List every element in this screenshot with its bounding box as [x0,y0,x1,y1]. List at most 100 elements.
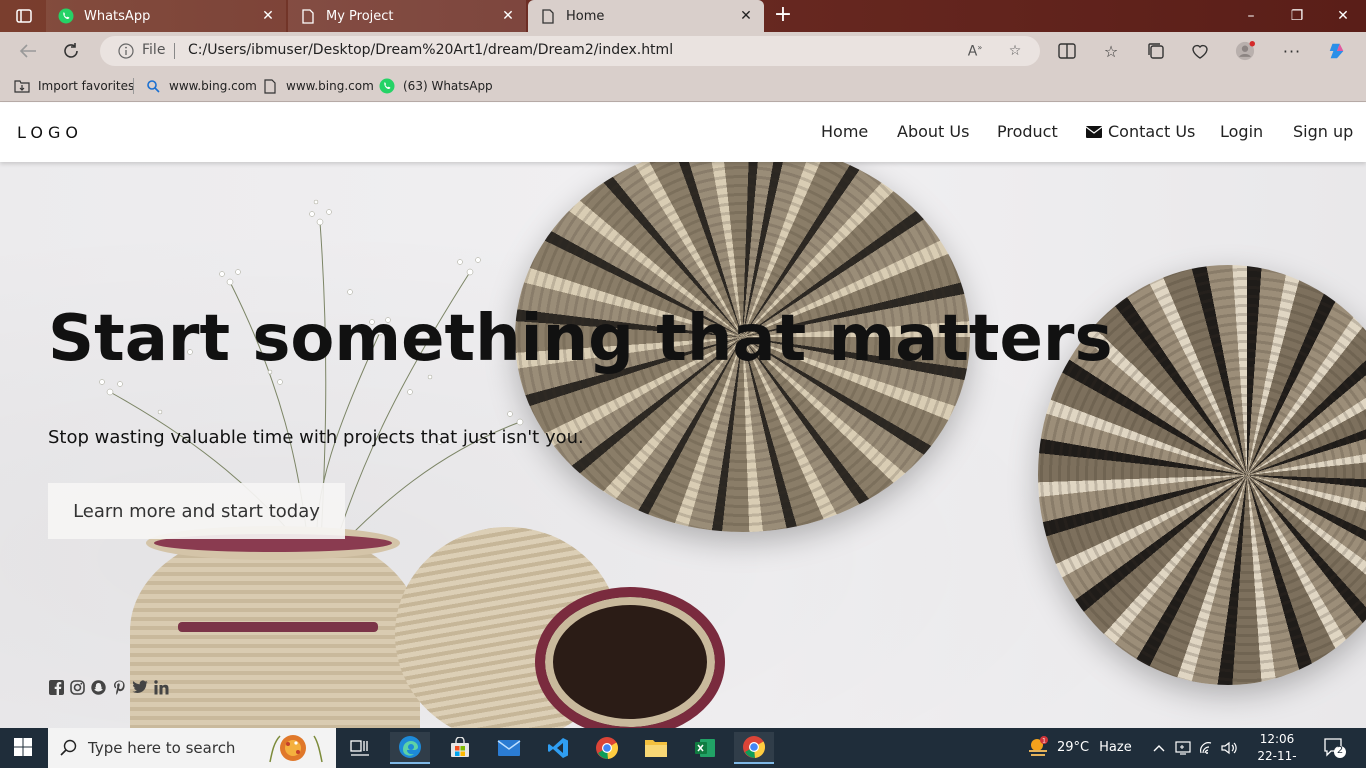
weather-condition: Haze [1099,739,1132,755]
vase-band [178,622,378,632]
nav-about[interactable]: About Us [897,122,969,141]
minimize-icon[interactable]: – [1241,6,1261,26]
notification-count: 2 [1336,745,1344,756]
favorite-label: Import favorites [38,79,135,93]
snapchat-icon[interactable] [90,679,106,695]
hero-subtitle: Stop wasting valuable time with projects… [48,427,584,448]
browser-toolbar: File C:/Users/ibmuser/Desktop/Dream%20Ar… [0,32,1366,70]
twitter-icon[interactable] [132,679,148,695]
tab-title: Home [566,8,605,24]
refresh-icon[interactable] [60,40,82,62]
pinterest-icon[interactable] [111,679,127,695]
close-tab-icon[interactable]: ✕ [738,8,754,24]
edge-app-icon[interactable] [390,732,430,764]
favorite-import[interactable]: Import favorites [14,77,134,95]
instagram-icon[interactable] [69,679,85,695]
read-aloud-icon[interactable]: A» [966,43,984,61]
favorite-label: www.bing.com [286,79,374,93]
wifi-icon[interactable] [1198,739,1216,757]
back-icon[interactable] [17,40,39,62]
bing-search-icon [145,78,161,94]
page-icon [540,8,556,24]
chrome-app-icon[interactable] [587,732,627,764]
show-hidden-icons-icon[interactable] [1150,739,1168,757]
more-options-icon[interactable]: ··· [1282,41,1302,61]
address-bar[interactable]: File C:/Users/ibmuser/Desktop/Dream%20Ar… [100,36,1040,66]
volume-icon[interactable] [1220,739,1238,757]
site-logo[interactable]: LOGO [17,123,83,142]
windows-start-icon[interactable] [14,738,34,758]
favorite-whatsapp[interactable]: (63) WhatsApp [379,77,493,95]
task-view-icon[interactable] [340,732,380,764]
haze-weather-icon: 1 [1029,736,1048,756]
excel-app-icon[interactable] [685,732,725,764]
nav-home[interactable]: Home [821,122,868,141]
nav-product[interactable]: Product [997,122,1058,141]
browser-tab-strip: WhatsApp ✕ My Project ✕ Home ✕ + – ❐ ✕ [0,0,1366,32]
chrome-app-icon[interactable] [734,732,774,764]
nav-signup[interactable]: Sign up [1293,122,1353,141]
whatsapp-icon [58,8,74,24]
tab-home[interactable]: Home ✕ [528,0,764,32]
search-highlight-icon [269,735,323,763]
tab-whatsapp[interactable]: WhatsApp ✕ [46,0,286,32]
page-icon [300,8,316,24]
close-window-icon[interactable]: ✕ [1333,6,1353,26]
favorite-label: www.bing.com [169,79,257,93]
clock-time: 12:06 [1259,732,1295,746]
whatsapp-icon [379,78,395,94]
nav-login[interactable]: Login [1220,122,1263,141]
woven-vase-image [535,587,725,728]
import-icon [14,78,30,94]
tab-my-project[interactable]: My Project ✕ [288,0,526,32]
close-tab-icon[interactable]: ✕ [500,8,516,24]
tab-title: My Project [326,8,394,24]
favorites-bar: Import favorites www.bing.com www.bing.c… [0,70,1366,102]
info-icon[interactable] [118,43,134,59]
nav-contact-label: Contact Us [1108,122,1196,141]
weather-widget[interactable]: 1 29°C Haze [1027,736,1132,758]
windows-taskbar: Type here to search 1 29°C Haze 12:06 22… [0,728,1366,768]
meet-now-icon[interactable] [1174,739,1192,757]
scheme-label: File [142,42,166,58]
social-links [48,679,169,695]
divider [133,78,134,94]
search-placeholder: Type here to search [88,739,236,757]
clock-date: 22-11-2023 [1257,749,1297,768]
learn-more-button[interactable]: Learn more and start today [48,483,345,539]
hero-title: Start something that matters [48,302,1113,376]
notifications-icon[interactable]: 2 [1324,738,1346,758]
favorite-bing-page[interactable]: www.bing.com [262,77,374,95]
divider [174,43,175,59]
vscode-app-icon[interactable] [538,732,578,764]
new-tab-button[interactable]: + [772,4,794,27]
taskbar-search-box[interactable]: Type here to search [48,728,336,768]
nav-contact[interactable]: Contact Us [1086,122,1195,141]
close-tab-icon[interactable]: ✕ [260,8,276,24]
copilot-icon[interactable] [1327,41,1347,61]
browser-essentials-icon[interactable] [1190,41,1210,61]
favorite-bing-search[interactable]: www.bing.com [145,77,257,95]
file-explorer-icon[interactable] [636,732,676,764]
microsoft-store-icon[interactable] [440,732,480,764]
weather-temp: 29°C [1057,739,1090,755]
restore-icon[interactable]: ❐ [1287,6,1307,26]
tab-actions-icon[interactable] [10,7,38,25]
linkedin-icon[interactable] [153,679,169,695]
favorites-icon[interactable]: ☆ [1101,41,1121,61]
mail-app-icon[interactable] [489,732,529,764]
favorite-label: (63) WhatsApp [403,79,493,93]
url-text[interactable]: C:/Users/ibmuser/Desktop/Dream%20Art1/dr… [188,42,673,58]
collections-icon[interactable] [1146,41,1166,61]
favorite-star-icon[interactable]: ☆ [1006,43,1024,61]
facebook-icon[interactable] [48,679,64,695]
search-icon [60,739,77,756]
profile-avatar-icon[interactable] [1235,41,1255,61]
hero-section: Start something that matters Stop wastin… [0,162,1366,728]
split-screen-icon[interactable] [1057,41,1077,61]
site-navbar: LOGO Home About Us Product Contact Us Lo… [0,103,1366,162]
system-clock[interactable]: 12:06 22-11-2023 [1244,731,1310,768]
tab-title: WhatsApp [84,8,151,24]
svg-text:1: 1 [1042,738,1046,745]
envelope-icon [1086,125,1102,138]
